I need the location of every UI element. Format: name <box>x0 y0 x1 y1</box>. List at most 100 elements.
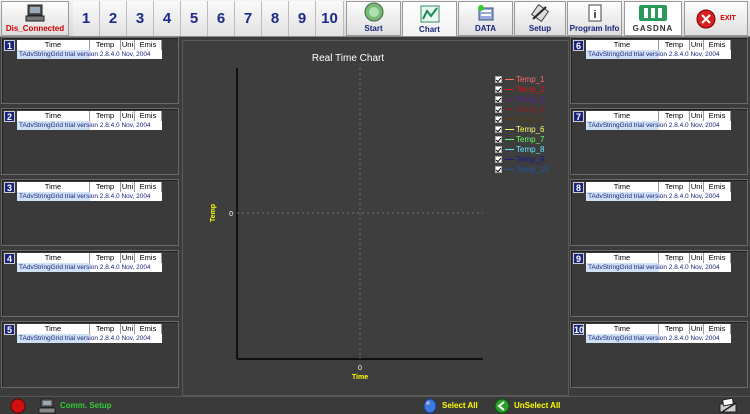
legend-item-temp-8[interactable]: Temp_8 <box>495 144 544 154</box>
channel-button-1[interactable]: 1 <box>73 1 100 36</box>
grid-row[interactable]: TAdvStringGrid trial version 2.8.4.0 Nov… <box>17 263 162 272</box>
x-tick-label: 0 <box>358 365 362 372</box>
channel-button-3[interactable]: 3 <box>127 1 154 36</box>
legend-item-temp-4[interactable]: Temp_4 <box>495 104 544 114</box>
legend-item-temp-5[interactable]: Temp_5 <box>495 114 544 124</box>
grid-column-header[interactable]: Time <box>586 111 659 121</box>
grid-row[interactable]: TAdvStringGrid trial version 2.8.4.0 Nov… <box>586 334 731 343</box>
channel-button-9[interactable]: 9 <box>289 1 316 36</box>
printer-icon[interactable] <box>718 398 740 414</box>
grid-row[interactable]: TAdvStringGrid trial version 2.8.4.0 Nov… <box>17 50 162 59</box>
grid-column-header[interactable]: Emis <box>704 324 731 334</box>
grid-row[interactable]: TAdvStringGrid trial version 2.8.4.0 Nov… <box>586 50 731 59</box>
legend-checkbox[interactable] <box>495 125 502 133</box>
grid-column-header[interactable]: Temp <box>659 111 690 121</box>
legend-checkbox[interactable] <box>495 135 502 143</box>
legend-item-temp-2[interactable]: Temp_2 <box>495 84 544 94</box>
grid-column-header[interactable]: Time <box>586 324 659 334</box>
unselect-all-button[interactable]: UnSelect All <box>514 401 560 410</box>
channel-button-2[interactable]: 2 <box>100 1 127 36</box>
grid-column-header[interactable]: Temp <box>90 111 121 121</box>
program-info-button[interactable]: i Program Info <box>567 1 622 36</box>
legend-checkbox[interactable] <box>495 85 502 93</box>
grid-column-header[interactable]: Uni <box>121 182 135 192</box>
channel-button-8[interactable]: 8 <box>262 1 289 36</box>
legend-checkbox[interactable] <box>495 105 502 113</box>
grid-column-header[interactable]: Temp <box>659 40 690 50</box>
channel-button-5[interactable]: 5 <box>181 1 208 36</box>
grid-row[interactable]: TAdvStringGrid trial version 2.8.4.0 Nov… <box>586 121 731 130</box>
grid-column-header[interactable]: Uni <box>690 253 704 263</box>
legend-checkbox[interactable] <box>495 165 502 173</box>
grid-column-header[interactable]: Temp <box>90 253 121 263</box>
grid-header: Time Temp Uni Emis <box>586 40 731 50</box>
legend-item-temp-6[interactable]: Temp_6 <box>495 124 544 134</box>
grid-column-header[interactable]: Time <box>17 111 90 121</box>
grid-column-header[interactable]: Uni <box>121 324 135 334</box>
grid-row[interactable]: TAdvStringGrid trial version 2.8.4.0 Nov… <box>17 192 162 201</box>
legend-item-temp-3[interactable]: Temp_3 <box>495 94 544 104</box>
setup-button[interactable]: Setup <box>514 1 566 36</box>
grid-column-header[interactable]: Temp <box>659 324 690 334</box>
grid-column-header[interactable]: Emis <box>704 253 731 263</box>
grid-column-header[interactable]: Temp <box>90 182 121 192</box>
grid-row[interactable]: TAdvStringGrid trial version 2.8.4.0 Nov… <box>17 121 162 130</box>
channel-button-6[interactable]: 6 <box>208 1 235 36</box>
grid-column-header[interactable]: Uni <box>690 182 704 192</box>
legend-item-temp-10[interactable]: Temp_10 <box>495 164 549 174</box>
legend-checkbox[interactable] <box>495 95 502 103</box>
grid-column-header[interactable]: Temp <box>90 40 121 50</box>
comm-setup-icon[interactable] <box>38 398 56 414</box>
grid-row[interactable]: TAdvStringGrid trial version 2.8.4.0 Nov… <box>17 334 162 343</box>
grid-column-header[interactable]: Time <box>17 253 90 263</box>
connection-button[interactable]: Dis_Connected <box>1 1 69 36</box>
grid-column-header[interactable]: Uni <box>121 253 135 263</box>
legend-label: Temp_2 <box>516 84 545 94</box>
exit-button[interactable]: EXIT <box>684 1 748 36</box>
select-all-icon[interactable] <box>423 398 437 414</box>
legend-line-swatch <box>505 168 514 170</box>
grid-column-header[interactable]: Time <box>586 182 659 192</box>
grid-column-header[interactable]: Temp <box>659 253 690 263</box>
grid-column-header[interactable]: Time <box>586 40 659 50</box>
legend-checkbox[interactable] <box>495 145 502 153</box>
grid-column-header[interactable]: Uni <box>690 40 704 50</box>
grid-column-header[interactable]: Uni <box>690 324 704 334</box>
record-icon[interactable] <box>10 398 26 414</box>
grid-column-header[interactable]: Emis <box>135 40 162 50</box>
grid-column-header[interactable]: Time <box>17 182 90 192</box>
grid-column-header[interactable]: Emis <box>135 253 162 263</box>
grid-column-header[interactable]: Emis <box>135 111 162 121</box>
channel-button-4[interactable]: 4 <box>154 1 181 36</box>
legend-checkbox[interactable] <box>495 155 502 163</box>
legend-checkbox[interactable] <box>495 75 502 83</box>
grid-row[interactable]: TAdvStringGrid trial version 2.8.4.0 Nov… <box>586 192 731 201</box>
comm-setup-link[interactable]: Comm. Setup <box>60 401 112 410</box>
channel-button-7[interactable]: 7 <box>235 1 262 36</box>
start-button[interactable]: Start <box>346 1 401 36</box>
chart-tab[interactable]: Chart <box>402 1 457 36</box>
unselect-all-icon[interactable] <box>494 398 510 414</box>
grid-column-header[interactable]: Time <box>17 324 90 334</box>
grid-column-header[interactable]: Uni <box>121 111 135 121</box>
grid-column-header[interactable]: Emis <box>135 182 162 192</box>
legend-checkbox[interactable] <box>495 115 502 123</box>
select-all-button[interactable]: Select All <box>442 401 478 410</box>
grid-header: Time Temp Uni Emis <box>17 111 162 121</box>
legend-item-temp-7[interactable]: Temp_7 <box>495 134 544 144</box>
grid-column-header[interactable]: Emis <box>704 111 731 121</box>
grid-column-header[interactable]: Emis <box>704 182 731 192</box>
grid-row[interactable]: TAdvStringGrid trial version 2.8.4.0 Nov… <box>586 263 731 272</box>
data-button[interactable]: DATA <box>458 1 513 36</box>
grid-column-header[interactable]: Time <box>586 253 659 263</box>
grid-column-header[interactable]: Temp <box>659 182 690 192</box>
grid-column-header[interactable]: Emis <box>135 324 162 334</box>
legend-item-temp-1[interactable]: Temp_1 <box>495 74 544 84</box>
grid-column-header[interactable]: Uni <box>690 111 704 121</box>
grid-column-header[interactable]: Time <box>17 40 90 50</box>
grid-column-header[interactable]: Temp <box>90 324 121 334</box>
legend-item-temp-9[interactable]: Temp_9 <box>495 154 544 164</box>
grid-column-header[interactable]: Emis <box>704 40 731 50</box>
grid-column-header[interactable]: Uni <box>121 40 135 50</box>
channel-button-10[interactable]: 10 <box>316 1 344 36</box>
